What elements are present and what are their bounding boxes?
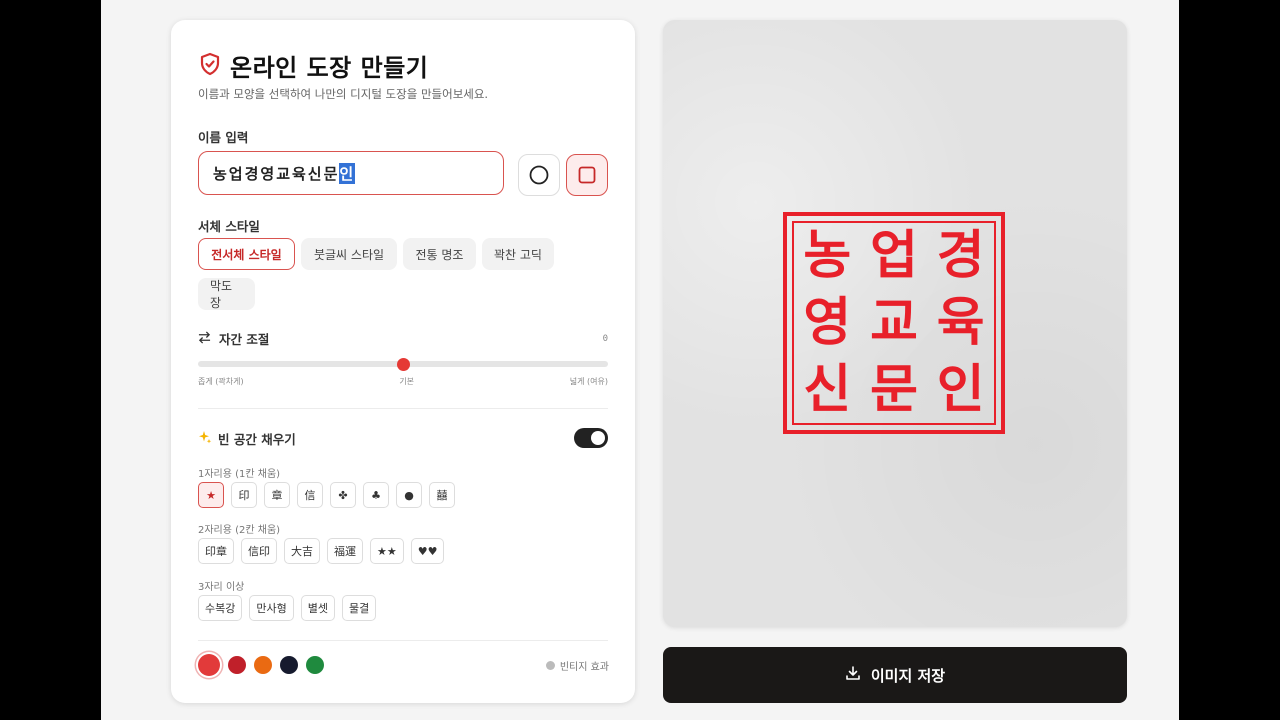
fill-symbol[interactable]: 印章 (198, 538, 234, 564)
title-row: 온라인 도장 만들기 (198, 48, 428, 83)
spacing-value: 0 (602, 333, 608, 344)
control-panel: 온라인 도장 만들기 이름과 모양을 선택하여 나만의 디지털 도장을 만들어보… (171, 20, 635, 703)
fill-header: 빈 공간 채우기 (198, 428, 608, 448)
fill-group3-row: 수복강 만사형 별셋 물결 (198, 595, 377, 621)
spacing-max-label: 넓게 (여유) (569, 377, 608, 386)
stamp-char: 문 (870, 359, 918, 420)
stamp-char: 업 (870, 226, 918, 287)
fill-symbol[interactable]: 福運 (327, 538, 363, 564)
fill-symbol[interactable]: ✤ (330, 482, 356, 508)
spacing-mid-label: 기본 (399, 377, 415, 386)
fill-symbol[interactable]: 大吉 (284, 538, 320, 564)
download-icon (845, 665, 861, 685)
fill-symbol[interactable]: ● (396, 482, 422, 508)
page-subtitle: 이름과 모양을 선택하여 나만의 디지털 도장을 만들어보세요. (198, 87, 489, 101)
fill-symbol[interactable]: 囍 (429, 482, 455, 508)
stamp-char: 농 (803, 226, 852, 287)
stamp-inner-frame: 농 업 경 영 교 육 신 문 인 (792, 221, 996, 425)
stamp-char: 교 (870, 292, 918, 353)
font-option-brush[interactable]: 붓글씨 스타일 (301, 238, 397, 270)
fill-symbol[interactable]: 물결 (342, 595, 377, 621)
fill-symbol[interactable]: ♣ (363, 482, 389, 508)
swap-arrows-icon (198, 330, 211, 347)
fill-label: 빈 공간 채우기 (218, 431, 296, 447)
color-swatch-orange[interactable] (254, 656, 272, 674)
fill-symbol[interactable]: 印 (231, 482, 257, 508)
stamp-frame: 농 업 경 영 교 육 신 문 인 (783, 212, 1005, 434)
font-option-jeonseo[interactable]: 전서체 스타일 (198, 238, 295, 270)
color-swatches (198, 654, 324, 676)
name-input-text: 농업경영교육신문 (213, 164, 340, 183)
spacing-label: 자간 조절 (219, 332, 270, 347)
circle-shape-button[interactable] (518, 154, 560, 196)
font-style-label: 서체 스타일 (198, 219, 260, 234)
name-input-selection: 인 (339, 162, 356, 184)
vintage-label: 빈티지 효과 (559, 662, 609, 673)
stamp-char: 경 (936, 226, 985, 287)
name-input-label: 이름 입력 (198, 130, 249, 145)
fill-symbol[interactable]: 章 (264, 482, 290, 508)
name-input[interactable]: 농업경영교육신문 인 (198, 151, 504, 195)
stamp-char: 영 (803, 292, 852, 353)
shield-icon (198, 52, 222, 80)
fill-symbol[interactable]: 信印 (241, 538, 277, 564)
page-title: 온라인 도장 만들기 (230, 54, 429, 82)
sparkles-icon (198, 430, 212, 447)
stamp-char: 인 (936, 359, 985, 420)
save-image-label: 이미지 저장 (870, 666, 946, 685)
fill-group1-label: 1자리용 (1칸 채움) (198, 469, 281, 480)
color-swatch-red[interactable] (198, 654, 220, 676)
font-option-myeongjo[interactable]: 전통 명조 (403, 238, 476, 270)
save-image-button[interactable]: 이미지 저장 (663, 647, 1127, 703)
color-swatch-crimson[interactable] (228, 656, 246, 674)
color-swatch-navy[interactable] (280, 656, 298, 674)
spacing-slider-thumb[interactable] (396, 358, 410, 371)
fill-symbol[interactable]: ♥♥ (410, 538, 445, 564)
divider (198, 640, 608, 641)
spacing-min-label: 좁게 (꽉차게) (198, 377, 244, 386)
color-swatch-green[interactable] (306, 656, 324, 674)
square-shape-button[interactable] (566, 154, 608, 196)
stamp-char: 육 (936, 292, 985, 353)
stamp-preview: 농 업 경 영 교 육 신 문 인 (663, 20, 1127, 627)
circle-icon (529, 165, 549, 185)
divider (198, 408, 608, 409)
fill-group3-label: 3자리 이상 (198, 582, 245, 593)
fill-symbol[interactable]: ★★ (370, 538, 404, 564)
fill-group2-label: 2자리용 (2칸 채움) (198, 525, 281, 536)
vintage-dot-icon (545, 661, 555, 670)
stamp-char: 신 (803, 359, 852, 420)
fill-group2-row: 印章 信印 大吉 福運 ★★ ♥♥ (198, 538, 445, 564)
font-option-makdojang[interactable]: 막도장 (198, 278, 255, 310)
fill-symbol[interactable]: 만사형 (249, 595, 294, 621)
fill-symbol[interactable]: 수복강 (198, 595, 243, 621)
square-icon (578, 166, 596, 184)
fill-toggle[interactable] (574, 428, 608, 448)
app-viewport: 온라인 도장 만들기 이름과 모양을 선택하여 나만의 디지털 도장을 만들어보… (101, 0, 1179, 720)
spacing-header: 자간 조절 0 (198, 329, 608, 348)
fill-symbol[interactable]: 信 (297, 482, 323, 508)
spacing-slider-labels: 좁게 (꽉차게) 기본 넓게 (여유) (198, 376, 608, 387)
font-option-gothic[interactable]: 꽉찬 고딕 (482, 238, 554, 270)
fill-symbol[interactable]: ★ (198, 482, 224, 508)
fill-symbol[interactable]: 별셋 (300, 595, 335, 621)
vintage-toggle[interactable]: 빈티지 효과 (545, 658, 609, 673)
fill-group1-row: ★ 印 章 信 ✤ ♣ ● 囍 (198, 482, 455, 508)
